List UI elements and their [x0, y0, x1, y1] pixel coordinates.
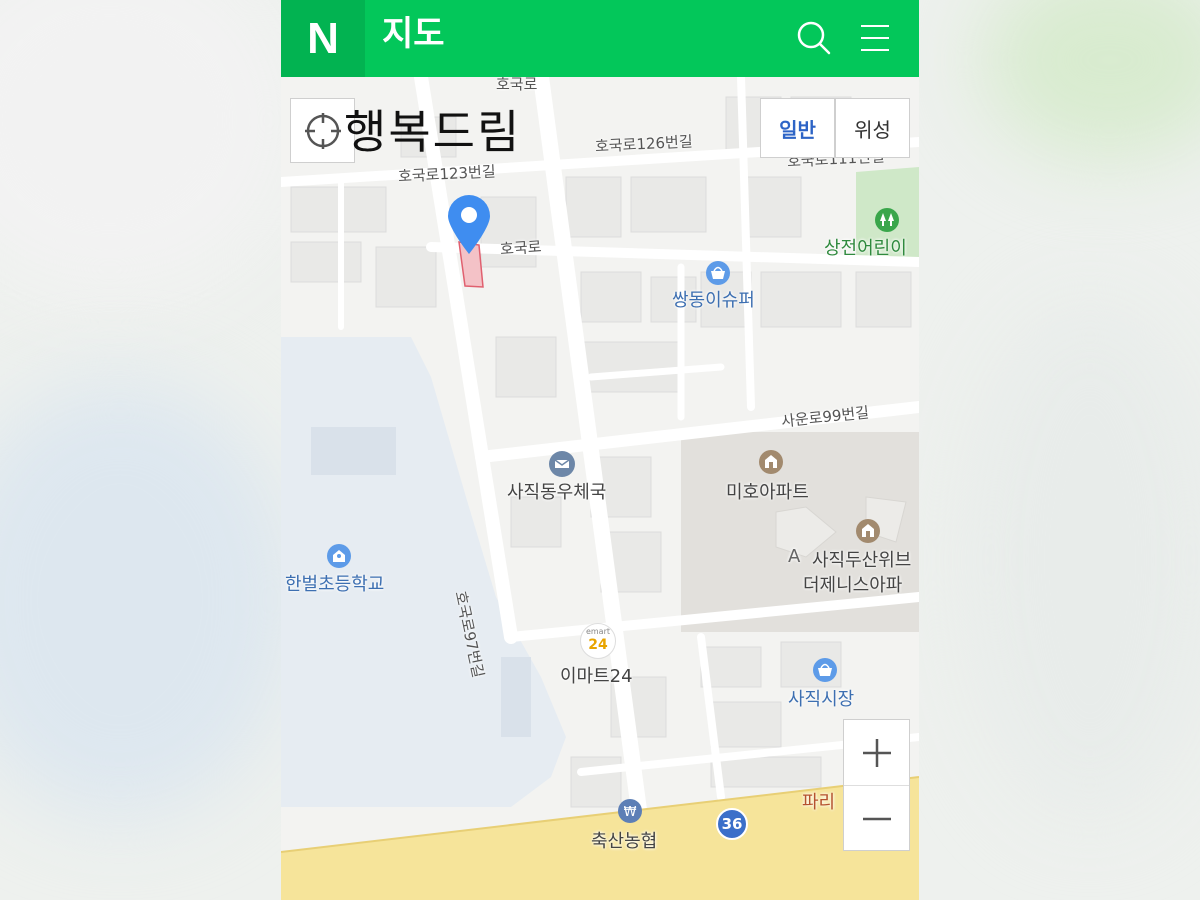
- apartment-icon: [759, 450, 783, 474]
- search-icon: [797, 21, 831, 55]
- menu-button[interactable]: [855, 18, 895, 58]
- bank-icon: ₩: [618, 799, 642, 823]
- place-label: 이마트24: [560, 666, 633, 687]
- apartment-icon: [856, 519, 880, 543]
- place-label: 한벌초등학교: [285, 574, 385, 595]
- page-title: 지도: [382, 14, 445, 54]
- place-label: 미호아파트: [726, 482, 809, 503]
- map-canvas[interactable]: 호국로 호국로126번길 호국로111번길 호국로123번길 호국로 사운로99…: [281, 75, 919, 900]
- crosshair-icon: [304, 112, 341, 149]
- map-type-toggle: 일반 위성: [760, 98, 910, 158]
- school-icon: [327, 544, 351, 568]
- place-label: 쌍동이슈퍼: [672, 290, 755, 311]
- menu-icon: [861, 25, 889, 51]
- place-letter: A: [788, 546, 801, 567]
- plus-icon: [862, 738, 891, 767]
- zoom-control: [843, 719, 910, 851]
- place-label: 사직두산위브: [812, 550, 912, 571]
- place-label: 사직동우체국: [507, 482, 607, 503]
- svg-text:₩: ₩: [624, 805, 637, 820]
- place-title-overlay: 행복드림: [344, 105, 522, 159]
- post-office-icon: [549, 451, 575, 477]
- route-number-badge: 36: [716, 808, 748, 840]
- zoom-out-button[interactable]: [844, 786, 909, 851]
- location-pin-icon[interactable]: [446, 194, 492, 256]
- place-label: 더제니스아파: [803, 575, 903, 596]
- market-icon: [813, 658, 837, 682]
- road-label: 호국로: [499, 237, 543, 259]
- search-button[interactable]: [794, 18, 834, 58]
- place-label: 파리: [802, 792, 836, 813]
- phone-screen: N 지도 호국로 호국로126번길 호국로111번길 호국로123번길 호국로 …: [281, 0, 919, 900]
- map-type-satellite-button[interactable]: 위성: [835, 98, 910, 158]
- map-type-normal-button[interactable]: 일반: [760, 98, 835, 158]
- place-label: 상전어린이: [824, 238, 907, 259]
- convenience-store-icon: emart 24: [580, 623, 616, 659]
- place-label: 사직시장: [788, 689, 855, 710]
- zoom-in-button[interactable]: [844, 720, 909, 786]
- park-icon: [875, 208, 899, 232]
- emart-badge-number: 24: [588, 637, 608, 653]
- naver-logo[interactable]: N: [281, 0, 365, 77]
- app-header: N 지도: [281, 0, 919, 77]
- minus-icon: [862, 817, 891, 820]
- logo-letter: N: [307, 13, 339, 63]
- place-label: 축산농협: [591, 831, 658, 852]
- shopping-basket-icon: [706, 261, 730, 285]
